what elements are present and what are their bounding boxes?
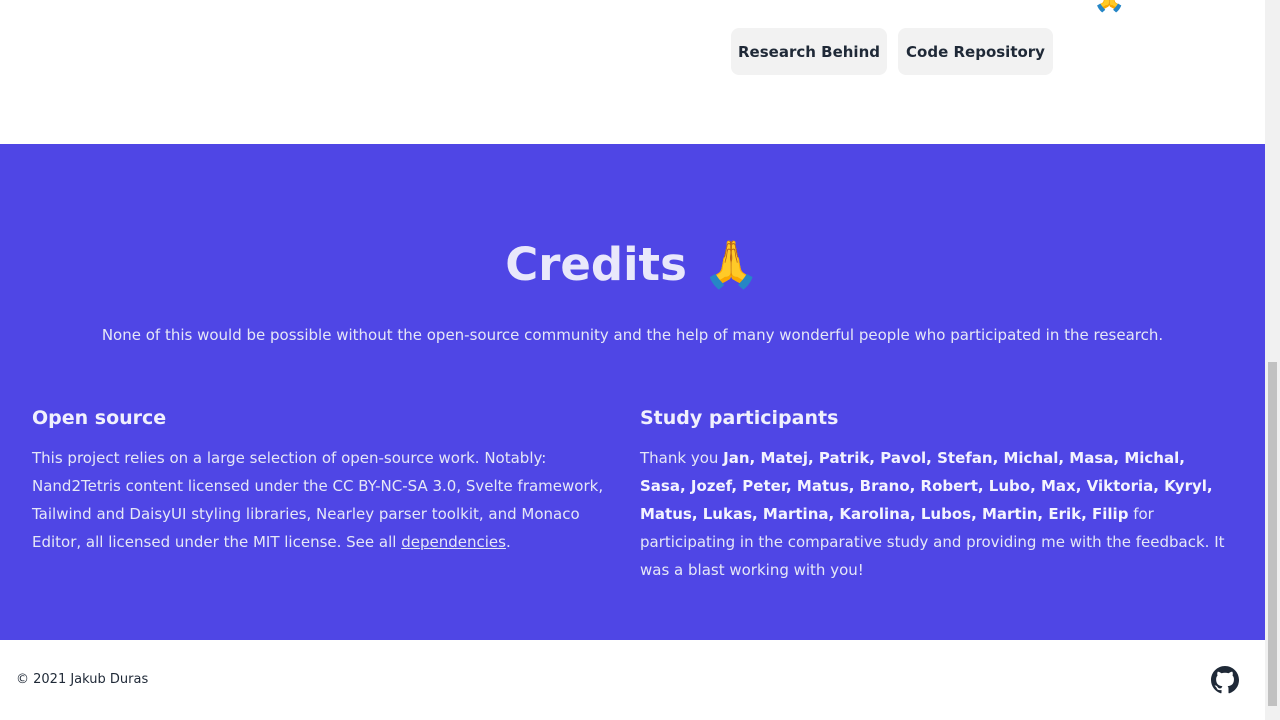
page-scrollbar[interactable]: [1265, 0, 1280, 720]
folded-hands-icon: 🙏: [702, 237, 760, 291]
code-repository-button[interactable]: Code Repository: [898, 28, 1053, 75]
participants-intro: Thank you: [640, 449, 724, 467]
credits-title: Credits 🙏: [0, 234, 1265, 295]
participants-text: Thank you Jan, Matej, Patrik, Pavol, Ste…: [640, 444, 1232, 584]
open-source-body: This project relies on a large selection…: [32, 449, 604, 551]
open-source-heading: Open source: [32, 407, 167, 429]
participant-names: Jan, Matej, Patrik, Pavol, Stefan, Micha…: [640, 449, 1213, 523]
top-section: 🙏 Research Behind Code Repository: [0, 0, 1265, 144]
folded-hands-emoji-icon: 🙏: [1093, 0, 1125, 12]
research-behind-button[interactable]: Research Behind: [731, 28, 887, 75]
participants-heading: Study participants: [640, 407, 839, 429]
credits-section: Credits 🙏 None of this would be possible…: [0, 144, 1265, 640]
footer: © 2021 Jakub Duras: [0, 640, 1265, 720]
copyright-text: © 2021 Jakub Duras: [16, 672, 149, 687]
open-source-column: Open source This project relies on a lar…: [32, 404, 612, 556]
scrollbar-thumb[interactable]: [1268, 362, 1277, 706]
open-source-text: This project relies on a large selection…: [32, 444, 612, 556]
open-source-period: .: [505, 533, 511, 551]
github-icon[interactable]: [1211, 666, 1239, 694]
credits-subtitle: None of this would be possible without t…: [101, 326, 1164, 344]
participants-column: Study participants Thank you Jan, Matej,…: [640, 404, 1232, 584]
dependencies-link[interactable]: dependencies: [401, 533, 506, 551]
credits-title-text: Credits: [505, 238, 687, 291]
